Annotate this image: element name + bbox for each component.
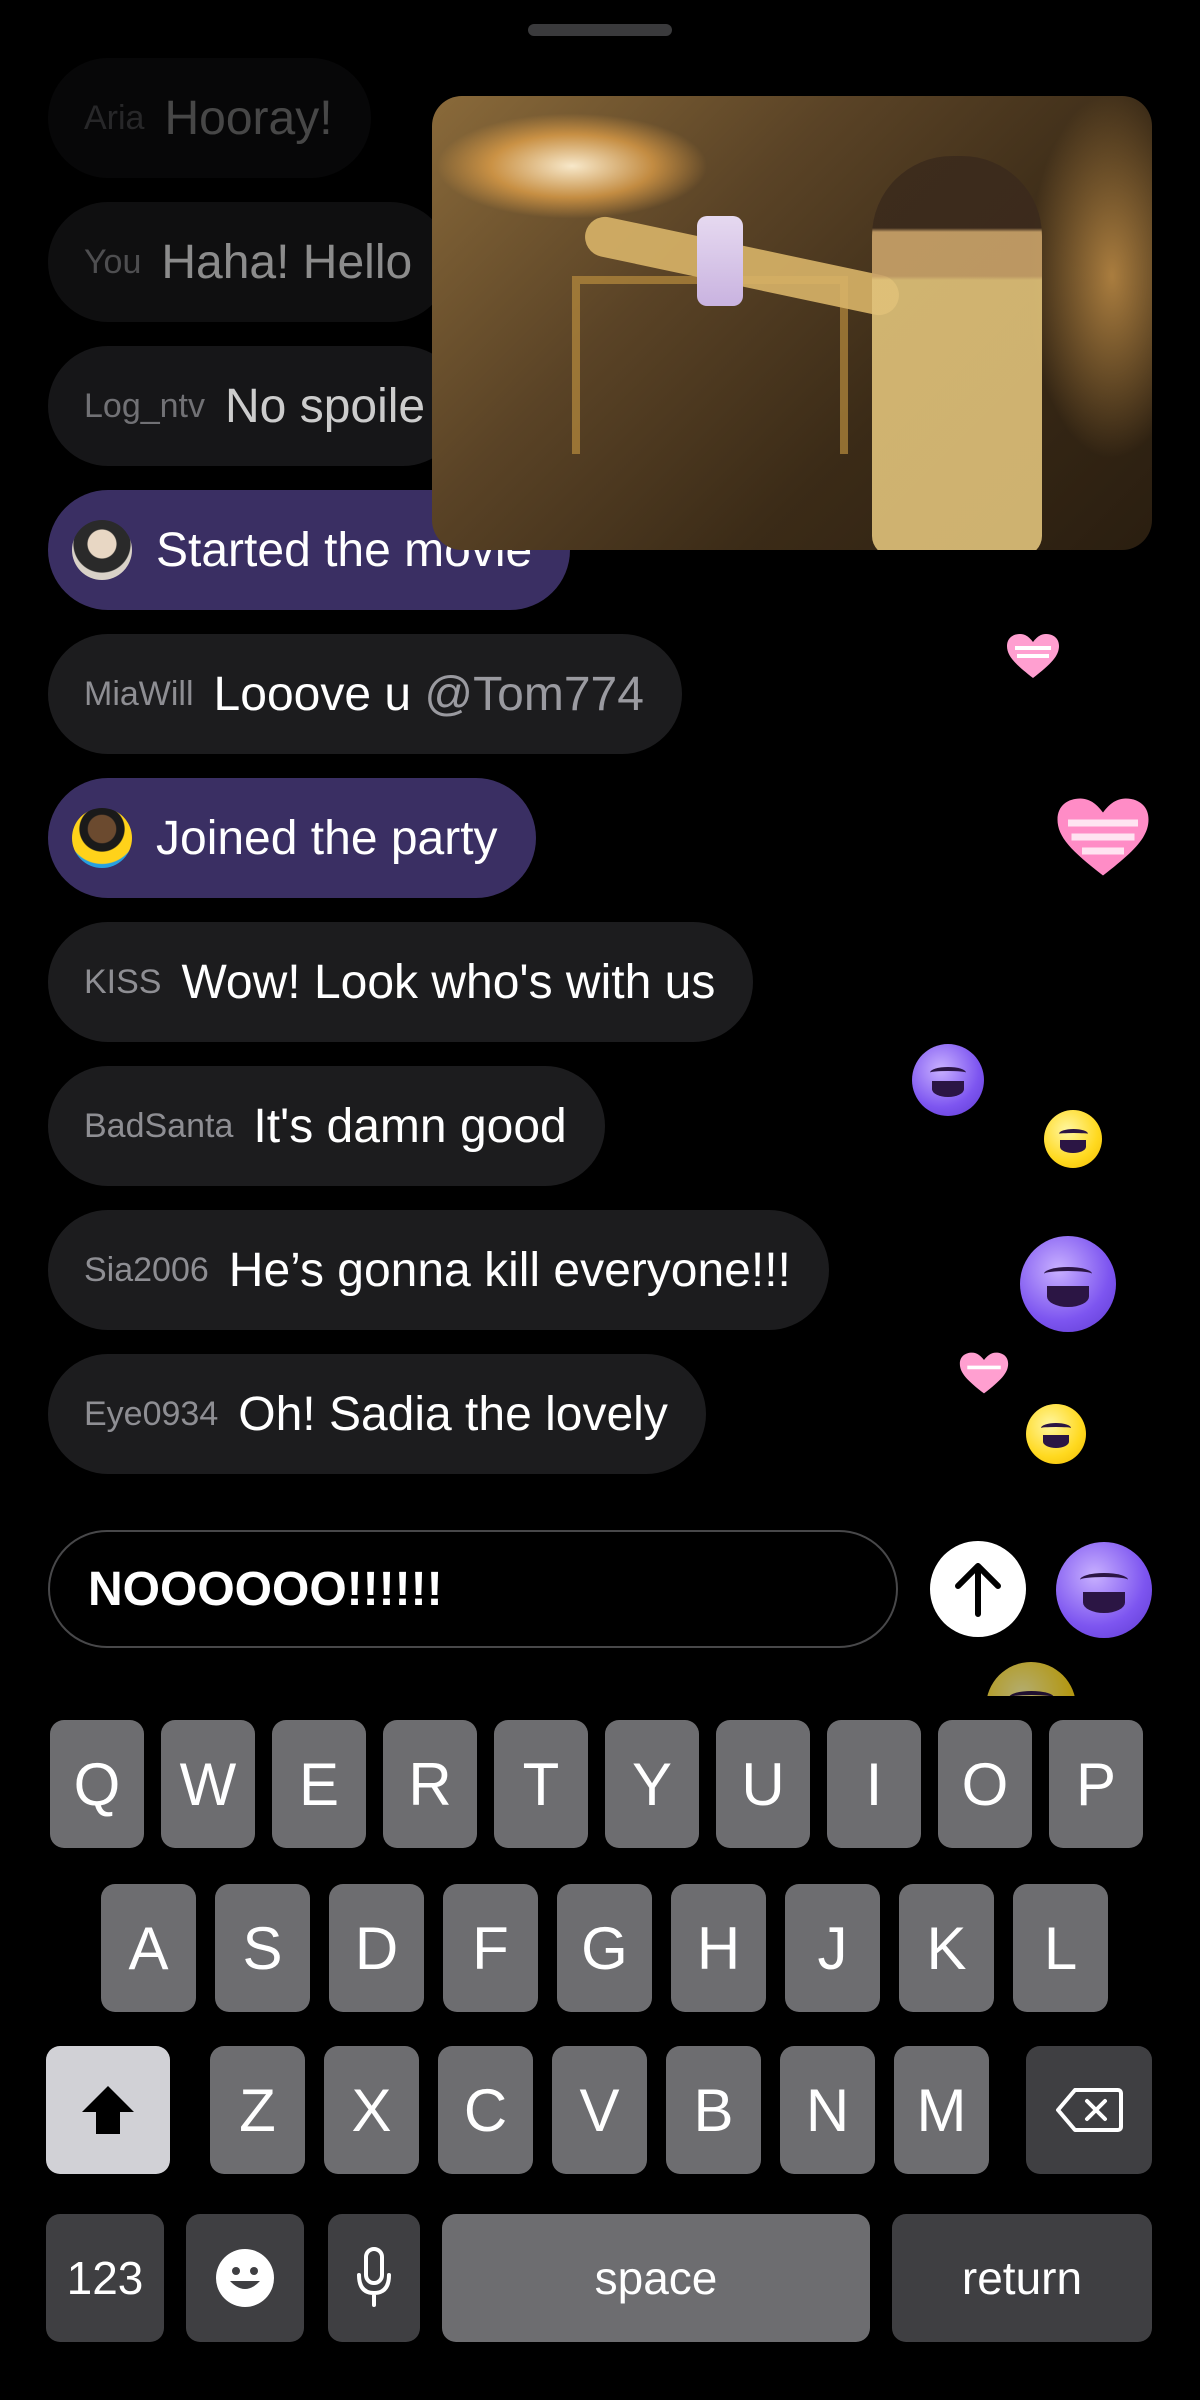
emoji-eyes: [1041, 1423, 1071, 1433]
emoji-mouth: [932, 1081, 964, 1098]
key-o[interactable]: O: [938, 1720, 1032, 1848]
chat-message: BadSanta It's damn good: [48, 1066, 605, 1186]
message-username: Aria: [84, 98, 145, 137]
shift-icon: [82, 2086, 134, 2134]
chat-message: You Haha! Hello: [48, 202, 451, 322]
message-username: Eye0934: [84, 1394, 219, 1433]
key-f[interactable]: F: [443, 1884, 538, 2012]
emoji-eyes: [1080, 1572, 1128, 1587]
message-text: Oh! Sadia the lovely: [238, 1387, 668, 1441]
microphone-icon: [357, 2247, 391, 2307]
laughing-face-icon: [1026, 1404, 1086, 1464]
video-scene-person: [872, 156, 1042, 550]
key-n[interactable]: N: [780, 2046, 875, 2174]
avatar[interactable]: [72, 808, 132, 868]
message-text: Looove u @Tom774: [214, 667, 644, 722]
message-text: Wow! Look who's with us: [181, 955, 716, 1009]
message-username: BadSanta: [84, 1106, 234, 1145]
message-text: It's damn good: [253, 1099, 567, 1153]
key-p[interactable]: P: [1049, 1720, 1143, 1848]
system-message: Joined the party: [48, 778, 536, 898]
message-username: MiaWill: [84, 674, 194, 713]
emoji-mouth: [1046, 1285, 1090, 1308]
key-b[interactable]: B: [666, 2046, 761, 2174]
video-player[interactable]: [432, 96, 1152, 550]
arrow-up-icon: [955, 1563, 1001, 1617]
key-x[interactable]: X: [324, 2046, 419, 2174]
numbers-key[interactable]: 123: [46, 2214, 164, 2342]
key-a[interactable]: A: [101, 1884, 196, 2012]
message-text: No spoile: [225, 379, 426, 433]
chat-message: Log_ntv No spoile: [48, 346, 464, 466]
key-u[interactable]: U: [716, 1720, 810, 1848]
emoji-key[interactable]: [186, 2214, 304, 2342]
backspace-icon: [1056, 2088, 1123, 2132]
key-y[interactable]: Y: [605, 1720, 699, 1848]
shift-key[interactable]: [46, 2046, 170, 2174]
message-username: KISS: [84, 962, 162, 1001]
laughing-face-icon: [1044, 1110, 1102, 1168]
chat-message: Sia2006 He’s gonna kill everyone!!!: [48, 1210, 829, 1330]
key-w[interactable]: W: [161, 1720, 255, 1848]
key-l[interactable]: L: [1013, 1884, 1108, 2012]
heart-icon: [1005, 632, 1061, 680]
message-composer[interactable]: [48, 1530, 898, 1648]
dictation-key[interactable]: [328, 2214, 420, 2342]
sheet-grabber[interactable]: [528, 24, 672, 36]
key-d[interactable]: D: [329, 1884, 424, 2012]
heart-icon: [1054, 794, 1152, 880]
key-m[interactable]: M: [894, 2046, 989, 2174]
send-button[interactable]: [930, 1541, 1026, 1637]
emoji-eyes: [930, 1067, 966, 1078]
emoji-mouth: [1082, 1591, 1126, 1614]
emoji-eyes: [1058, 1128, 1088, 1139]
key-r[interactable]: R: [383, 1720, 477, 1848]
message-username: You: [84, 242, 142, 281]
key-k[interactable]: K: [899, 1884, 994, 2012]
backspace-key[interactable]: [1026, 2046, 1152, 2174]
chat-message: Aria Hooray!: [48, 58, 371, 178]
emoji-eyes: [1044, 1266, 1092, 1281]
message-input[interactable]: [86, 1560, 870, 1618]
message-text: He’s gonna kill everyone!!!: [228, 1243, 791, 1297]
key-j[interactable]: J: [785, 1884, 880, 2012]
key-c[interactable]: C: [438, 2046, 533, 2174]
message-text: Hooray!: [164, 91, 333, 145]
message-mention[interactable]: @Tom774: [424, 668, 644, 721]
laughing-face-icon[interactable]: [1056, 1542, 1152, 1638]
smiley-icon: [216, 2249, 274, 2307]
video-scene-can: [697, 216, 743, 306]
key-t[interactable]: T: [494, 1720, 588, 1848]
key-h[interactable]: H: [671, 1884, 766, 2012]
key-i[interactable]: I: [827, 1720, 921, 1848]
return-key[interactable]: return: [892, 2214, 1152, 2342]
key-q[interactable]: Q: [50, 1720, 144, 1848]
space-key[interactable]: space: [442, 2214, 870, 2342]
chat-message: MiaWill Looove u @Tom774: [48, 634, 682, 754]
chat-message: Eye0934 Oh! Sadia the lovely: [48, 1354, 706, 1474]
message-username: Log_ntv: [84, 386, 205, 425]
keyboard: Q W E R T Y U I O P A S D F G H J K L Z …: [0, 1696, 1200, 2400]
message-username: Sia2006: [84, 1250, 209, 1289]
laughing-face-icon: [912, 1044, 984, 1116]
emoji-mouth: [1060, 1140, 1086, 1153]
message-text: Joined the party: [156, 811, 498, 865]
laughing-face-icon: [1020, 1236, 1116, 1332]
heart-icon: [958, 1350, 1010, 1396]
message-body: Looove u: [213, 667, 412, 721]
avatar[interactable]: [72, 520, 132, 580]
key-z[interactable]: Z: [210, 2046, 305, 2174]
key-v[interactable]: V: [552, 2046, 647, 2174]
key-s[interactable]: S: [215, 1884, 310, 2012]
emoji-mouth: [1042, 1435, 1070, 1449]
key-g[interactable]: G: [557, 1884, 652, 2012]
key-e[interactable]: E: [272, 1720, 366, 1848]
chat-message: KISS Wow! Look who's with us: [48, 922, 754, 1042]
message-text: Haha! Hello: [161, 235, 413, 289]
